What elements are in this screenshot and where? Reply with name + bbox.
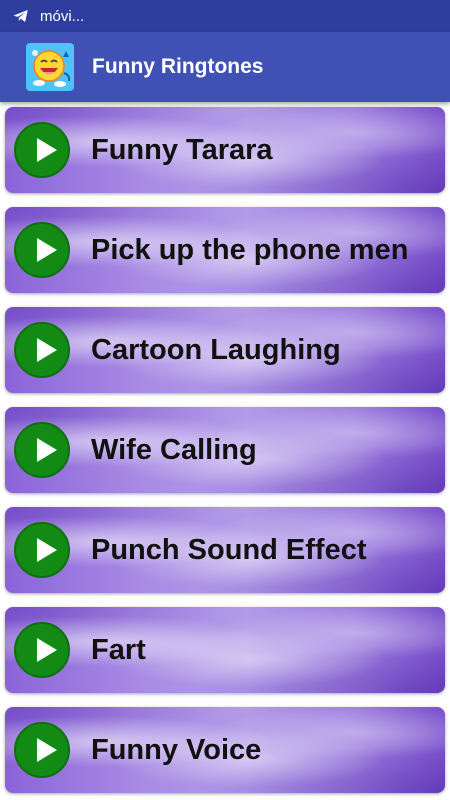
ringtone-label: Pick up the phone men bbox=[91, 233, 409, 266]
ringtone-item[interactable]: Funny Voice bbox=[5, 707, 445, 793]
play-icon[interactable] bbox=[14, 722, 70, 778]
ringtone-item[interactable]: Funny Tarara bbox=[5, 107, 445, 193]
play-icon[interactable] bbox=[14, 222, 70, 278]
app-bar: Funny Ringtones bbox=[0, 32, 450, 102]
ringtone-label: Wife Calling bbox=[91, 433, 257, 466]
play-icon[interactable] bbox=[14, 522, 70, 578]
ringtone-label: Punch Sound Effect bbox=[91, 533, 367, 566]
ringtone-label: Funny Voice bbox=[91, 733, 262, 766]
ringtone-item[interactable]: Cartoon Laughing bbox=[5, 307, 445, 393]
ringtone-item[interactable]: Punch Sound Effect bbox=[5, 507, 445, 593]
ringtone-item[interactable]: Fart bbox=[5, 607, 445, 693]
laughing-face-icon bbox=[26, 43, 74, 91]
app-title: Funny Ringtones bbox=[92, 55, 264, 78]
status-bar: móvi... bbox=[0, 0, 450, 32]
ringtone-item[interactable]: Wife Calling bbox=[5, 407, 445, 493]
ringtone-label: Funny Tarara bbox=[91, 133, 273, 166]
play-icon[interactable] bbox=[14, 322, 70, 378]
status-text: móvi... bbox=[40, 7, 85, 25]
play-icon[interactable] bbox=[14, 422, 70, 478]
ringtone-label: Cartoon Laughing bbox=[91, 333, 341, 366]
play-icon[interactable] bbox=[14, 622, 70, 678]
telegram-icon bbox=[13, 10, 28, 22]
ringtone-item[interactable]: Pick up the phone men bbox=[5, 207, 445, 293]
ringtone-label: Fart bbox=[91, 633, 146, 666]
play-icon[interactable] bbox=[14, 122, 70, 178]
ringtone-list: Funny Tarara Pick up the phone men Carto… bbox=[0, 102, 450, 800]
